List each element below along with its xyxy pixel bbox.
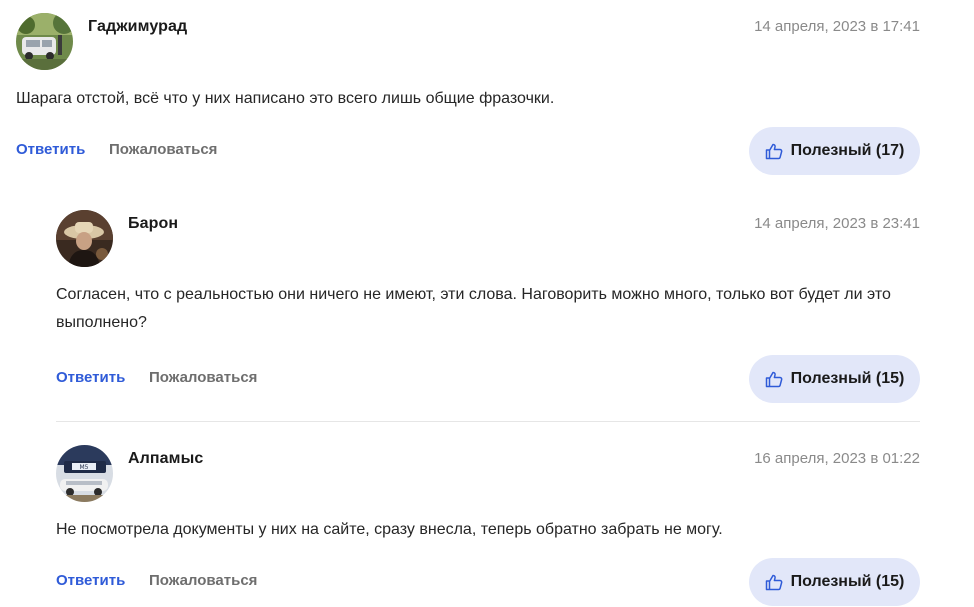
useful-label: Полезный (15) (790, 573, 905, 590)
comment-header: Гаджимурад 14 апреля, 2023 в 17:41 (16, 13, 920, 71)
useful-button[interactable]: Полезный (15) (749, 558, 920, 606)
useful-label: Полезный (17) (790, 142, 905, 159)
svg-text:M5: M5 (80, 464, 89, 471)
thumbs-up-icon (765, 143, 783, 160)
comment-text: Согласен, что с реальностью они ничего н… (56, 286, 891, 331)
divider (56, 421, 920, 422)
thumbs-up-icon (765, 371, 783, 388)
avatar[interactable] (56, 210, 113, 267)
comment-date: 16 апреля, 2023 в 01:22 (754, 450, 920, 467)
avatar[interactable] (16, 13, 73, 70)
comment-author: Гаджимурад (88, 18, 188, 35)
reply-link[interactable]: Ответить (16, 141, 85, 158)
comment-text: Шарага отстой, всё что у них написано эт… (16, 90, 555, 107)
complain-link[interactable]: Пожаловаться (109, 141, 217, 158)
useful-button[interactable]: Полезный (17) (749, 127, 920, 175)
complain-link[interactable]: Пожаловаться (149, 369, 257, 386)
comment-date: 14 апреля, 2023 в 23:41 (754, 215, 920, 232)
comment-header: M5 Алпамыс 16 апреля, 2023 в 01:22 (56, 445, 920, 503)
complain-link[interactable]: Пожаловаться (149, 572, 257, 589)
comment-author: Барон (128, 215, 179, 232)
thumbs-up-icon (765, 574, 783, 591)
comment-author: Алпамыс (128, 450, 204, 467)
comment-actions: Ответить Пожаловаться Полезный (17) (16, 127, 920, 175)
comment-date: 14 апреля, 2023 в 17:41 (754, 18, 920, 35)
avatar[interactable]: M5 (56, 445, 113, 502)
comment: Гаджимурад 14 апреля, 2023 в 17:41 Шараг… (16, 13, 920, 175)
useful-button[interactable]: Полезный (15) (749, 355, 920, 403)
comment-reply: M5 Алпамыс 16 апреля, 2023 в 01:22 Не по… (56, 445, 920, 606)
comment-header: Барон 14 апреля, 2023 в 23:41 (56, 210, 920, 268)
useful-label: Полезный (15) (790, 370, 905, 387)
comment-reply: Барон 14 апреля, 2023 в 23:41 Согласен, … (56, 210, 920, 403)
comment-actions: Ответить Пожаловаться Полезный (15) (56, 558, 920, 606)
reply-link[interactable]: Ответить (56, 369, 125, 386)
reply-link[interactable]: Ответить (56, 572, 125, 589)
comment-actions: Ответить Пожаловаться Полезный (15) (56, 355, 920, 403)
comment-text: Не посмотрела документы у них на сайте, … (56, 521, 723, 538)
